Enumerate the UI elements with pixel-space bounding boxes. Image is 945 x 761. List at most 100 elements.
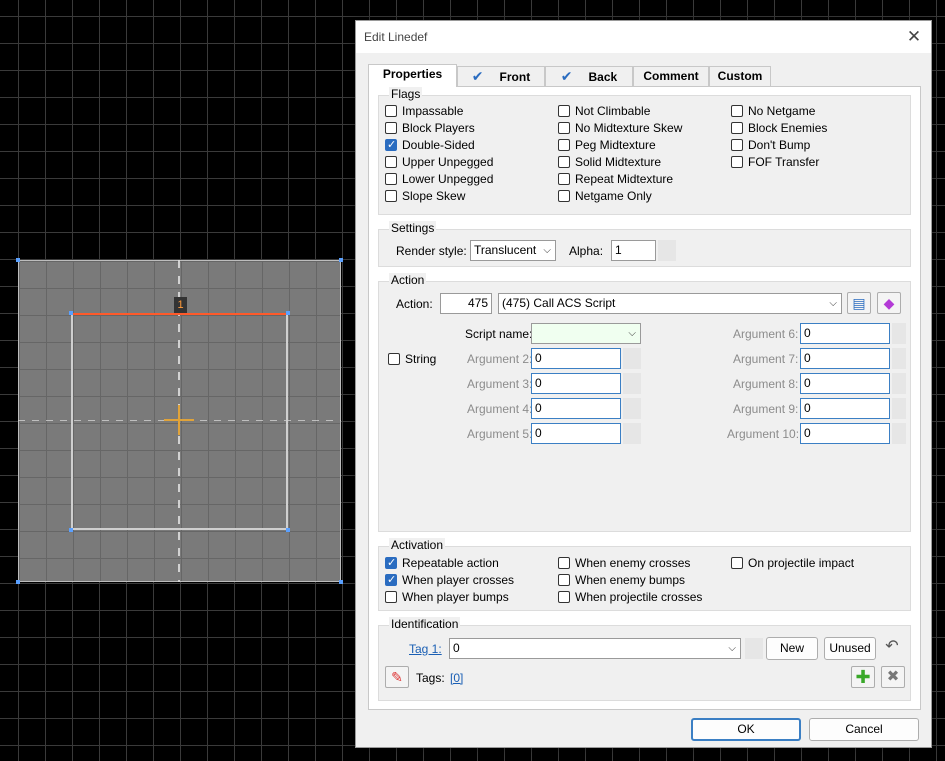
when-player-crosses-checkbox[interactable]: When player crosses (385, 573, 514, 588)
vertex[interactable] (339, 258, 343, 262)
checkbox-box[interactable] (385, 105, 397, 117)
documentation-book-icon[interactable]: ◆ (877, 292, 901, 314)
checkbox-box[interactable] (385, 122, 397, 134)
vertex[interactable] (16, 258, 20, 262)
action-browser-icon[interactable]: ▤ (847, 292, 871, 314)
flag-slope-skew-checkbox[interactable]: Slope Skew (385, 189, 465, 204)
flag-fof-transfer-checkbox[interactable]: FOF Transfer (731, 155, 819, 170)
tab-properties[interactable]: Properties (368, 64, 457, 87)
checkbox-box[interactable] (385, 556, 397, 569)
flag-peg-midtexture-checkbox[interactable]: Peg Midtexture (558, 138, 656, 153)
render-style-select[interactable]: Translucent ⌵ (470, 240, 556, 261)
checkbox-box[interactable] (385, 173, 397, 185)
argument-9-spin[interactable] (892, 398, 906, 419)
argument-3-input[interactable]: 0 (531, 373, 621, 394)
checkbox-box[interactable] (558, 574, 570, 586)
on-projectile-impact-checkbox[interactable]: On projectile impact (731, 556, 854, 571)
tab-custom[interactable]: Custom (709, 66, 771, 86)
checkbox-box[interactable] (558, 139, 570, 151)
checkbox-box[interactable] (558, 105, 570, 117)
vertex[interactable] (69, 311, 73, 315)
checkbox-box[interactable] (388, 353, 400, 365)
checkbox-box[interactable] (385, 190, 397, 202)
new-tag-button[interactable]: New (766, 637, 818, 660)
argument-8-spin[interactable] (892, 373, 906, 394)
flag-no-midtexture-skew-checkbox[interactable]: No Midtexture Skew (558, 121, 682, 136)
checkbox-box[interactable] (731, 156, 743, 168)
close-icon[interactable]: ✕ (903, 26, 925, 48)
cancel-button[interactable]: Cancel (809, 718, 919, 741)
argument-9-input[interactable]: 0 (800, 398, 890, 419)
alpha-spin[interactable] (658, 240, 676, 261)
checkbox-box[interactable] (385, 591, 397, 603)
action-number-input[interactable]: 475 (440, 293, 492, 314)
argument-3-spin[interactable] (623, 373, 641, 394)
flag-block-players-checkbox[interactable]: Block Players (385, 121, 475, 136)
tag-link[interactable]: Tag 1: (409, 642, 442, 656)
flag-netgame-only-checkbox[interactable]: Netgame Only (558, 189, 652, 204)
flag-impassable-checkbox[interactable]: Impassable (385, 104, 463, 119)
string-checkbox[interactable]: String (388, 352, 436, 367)
argument-7-input[interactable]: 0 (800, 348, 890, 369)
alpha-input[interactable]: 1 (611, 240, 656, 261)
flag-block-enemies-checkbox[interactable]: Block Enemies (731, 121, 827, 136)
checkbox-box[interactable] (731, 557, 743, 569)
vertex[interactable] (286, 528, 290, 532)
argument-5-spin[interactable] (623, 423, 641, 444)
argument-5-input[interactable]: 0 (531, 423, 621, 444)
flag-repeat-midtexture-checkbox[interactable]: Repeat Midtexture (558, 172, 673, 187)
remove-tag-icon[interactable]: ✖ (881, 666, 905, 688)
when-projectile-crosses-checkbox[interactable]: When projectile crosses (558, 590, 702, 605)
vertex[interactable] (286, 311, 290, 315)
when-player-bumps-checkbox[interactable]: When player bumps (385, 590, 509, 605)
tab-back[interactable]: ✔ Back (545, 66, 633, 86)
flag-no-netgame-checkbox[interactable]: No Netgame (731, 104, 815, 119)
argument-8-input[interactable]: 0 (800, 373, 890, 394)
argument-6-spin[interactable] (892, 323, 906, 344)
argument-2-input[interactable]: 0 (531, 348, 621, 369)
repeatable-action-checkbox[interactable]: Repeatable action (385, 556, 499, 571)
argument-10-input[interactable]: 0 (800, 423, 890, 444)
checkbox-box[interactable] (731, 139, 743, 151)
tab-comment[interactable]: Comment (633, 66, 709, 86)
tags-list-link[interactable]: [0] (450, 671, 463, 685)
argument-6-input[interactable]: 0 (800, 323, 890, 344)
script-name-select[interactable]: ⌵ (531, 323, 641, 344)
eraser-icon[interactable]: ✎ (385, 666, 409, 688)
argument-4-input[interactable]: 0 (531, 398, 621, 419)
undo-icon[interactable]: ↶ (880, 637, 904, 659)
argument-4-spin[interactable] (623, 398, 641, 419)
checkbox-box[interactable] (558, 591, 570, 603)
action-select[interactable]: (475) Call ACS Script ⌵ (498, 293, 842, 314)
argument-10-spin[interactable] (892, 423, 906, 444)
checkbox-box[interactable] (385, 156, 397, 168)
checkbox-box[interactable] (385, 573, 397, 586)
flag-dont-bump-checkbox[interactable]: Don't Bump (731, 138, 810, 153)
vertex[interactable] (16, 580, 20, 584)
flag-solid-midtexture-checkbox[interactable]: Solid Midtexture (558, 155, 661, 170)
checkbox-box[interactable] (385, 138, 397, 151)
flag-lower-unpegged-checkbox[interactable]: Lower Unpegged (385, 172, 493, 187)
unused-tag-button[interactable]: Unused (824, 637, 876, 660)
checkbox-box[interactable] (558, 173, 570, 185)
ok-button[interactable]: OK (691, 718, 801, 741)
vertex[interactable] (339, 580, 343, 584)
thing-crosshair-icon[interactable] (164, 405, 194, 435)
flag-double-sided-checkbox[interactable]: Double-Sided (385, 138, 475, 153)
checkbox-box[interactable] (558, 557, 570, 569)
tab-front[interactable]: ✔ Front (457, 66, 545, 86)
tag-select[interactable]: 0 ⌵ (449, 638, 741, 659)
checkbox-box[interactable] (731, 105, 743, 117)
when-enemy-bumps-checkbox[interactable]: When enemy bumps (558, 573, 685, 588)
vertex[interactable] (69, 528, 73, 532)
flag-not-climbable-checkbox[interactable]: Not Climbable (558, 104, 650, 119)
argument-2-spin[interactable] (623, 348, 641, 369)
checkbox-box[interactable] (731, 122, 743, 134)
flag-upper-unpegged-checkbox[interactable]: Upper Unpegged (385, 155, 493, 170)
argument-7-spin[interactable] (892, 348, 906, 369)
checkbox-box[interactable] (558, 190, 570, 202)
checkbox-box[interactable] (558, 156, 570, 168)
checkbox-box[interactable] (558, 122, 570, 134)
add-tag-icon[interactable]: ✚ (851, 666, 875, 688)
tag-spin[interactable] (745, 638, 763, 659)
